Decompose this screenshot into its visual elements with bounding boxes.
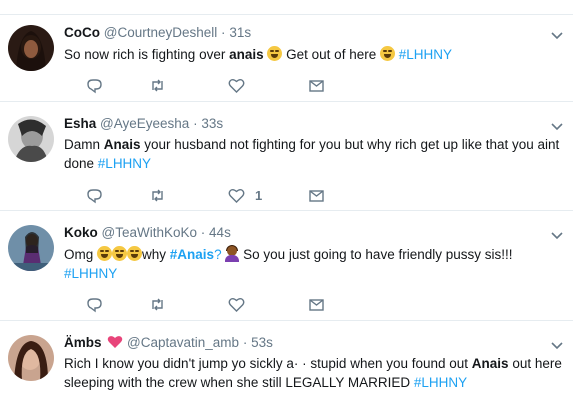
reply-icon [87,79,102,94]
tweet-text-part: So now rich is fighting over [64,47,230,62]
tweet[interactable]: Ämbs @Captavatin_amb · 53s Rich I know y… [0,321,573,401]
like-button[interactable]: 1 [228,187,262,204]
avatar[interactable] [8,335,54,381]
reply-button[interactable] [86,296,103,313]
dm-button[interactable] [308,187,325,204]
like-button[interactable] [228,77,245,94]
tweet[interactable]: CoCo @CourtneyDeshell · 31s So now rich … [0,15,573,101]
tweet-text: Rich I know you didn't jump yo sickly a·… [64,354,564,392]
display-name[interactable]: Koko [64,225,98,240]
user-handle[interactable]: @TeaWithKoKo [102,225,198,240]
tweet-text-part: So you just going to have friendly pussy… [239,247,513,262]
like-icon [228,298,245,312]
like-icon [228,189,245,203]
sparkling-heart-icon [108,336,123,348]
timestamp[interactable]: 33s [201,116,223,131]
tweet-actions [64,296,364,316]
reply-button[interactable] [86,77,103,94]
avatar[interactable] [8,225,54,271]
tweet-text: So now rich is fighting over anais Get o… [64,45,564,64]
user-handle[interactable]: @AyeEyeesha [100,116,189,131]
separator-dot: · [193,116,198,131]
timestamp[interactable]: 44s [209,225,231,240]
hashtag-link[interactable]: #Anais [170,247,214,262]
tweet-header: Koko @TeaWithKoKo · 44s [64,225,231,240]
person-facepalming-emoji-icon [225,245,240,262]
display-name[interactable]: Ämbs [64,335,102,350]
laughing-emoji-icon [267,46,283,61]
dm-button[interactable] [308,296,325,313]
retweet-button[interactable] [149,77,166,94]
tired-face-emoji-icon [97,246,113,261]
tired-face-emoji-icon [127,246,143,261]
avatar[interactable] [8,25,54,71]
like-count: 1 [255,188,263,203]
hashtag-link[interactable]: #LHHNY [414,375,467,390]
tweet[interactable]: Koko @TeaWithKoKo · 44s Omg why #Anais? … [0,211,573,320]
tweet-text-part: Get out of here [286,47,380,62]
tweet-text-part: Damn [64,137,104,152]
dm-icon [309,299,324,311]
user-handle[interactable]: @CourtneyDeshell [104,25,218,40]
tweet-header: CoCo @CourtneyDeshell · 31s [64,25,251,40]
tweet-text-bold: Anais [471,356,509,371]
display-name[interactable]: CoCo [64,25,100,40]
dm-icon [309,80,324,92]
caret-down-icon[interactable] [549,337,565,353]
separator-dot: · [200,225,206,240]
tweet-actions [64,77,364,97]
laughing-emoji-icon [379,46,395,61]
like-button[interactable] [228,296,245,313]
caret-down-icon[interactable] [549,118,565,134]
tweet-header: Esha @AyeEyeesha · 33s [64,116,223,131]
like-icon [228,79,245,93]
hashtag-link[interactable]: #LHHNY [399,47,452,62]
tired-face-emoji-icon [112,246,128,261]
timestamp[interactable]: 53s [251,335,273,350]
tweet-text-part: why [142,247,170,262]
tweet-text-bold: anais [229,47,264,62]
tweet-text: Damn Anais your husband not fighting for… [64,135,564,173]
tweet-text: Omg why #Anais? So you just going to hav… [64,245,564,283]
avatar[interactable] [8,116,54,162]
retweet-icon [152,298,163,311]
retweet-button[interactable] [149,187,166,204]
caret-down-icon[interactable] [549,227,565,243]
tweet-text-part: Rich I know you didn't jump yo sickly a·… [64,356,472,371]
tweet-text-part: Omg [64,247,98,262]
reply-icon [87,298,102,313]
retweet-icon [152,189,163,202]
tweet[interactable]: Esha @AyeEyeesha · 33s Damn Anais your h… [0,102,573,210]
display-name[interactable]: Esha [64,116,96,131]
hashtag-suffix: ? [214,247,222,262]
dm-button[interactable] [308,77,325,94]
tweet-header: Ämbs @Captavatin_amb · 53s [64,335,273,350]
separator-dot: · [221,25,226,40]
caret-down-icon[interactable] [549,27,565,43]
separator-dot: · [242,335,248,350]
hashtag-link[interactable]: #LHHNY [98,156,151,171]
hashtag-link[interactable]: #LHHNY [64,266,117,281]
retweet-button[interactable] [149,296,166,313]
reply-icon [87,189,102,204]
timestamp[interactable]: 31s [229,25,251,40]
user-handle[interactable]: @Captavatin_amb [127,335,239,350]
retweet-icon [152,79,163,92]
tweet-actions: 1 [64,187,364,207]
reply-button[interactable] [86,187,103,204]
dm-icon [309,190,324,202]
tweet-text-bold: Anais [103,137,141,152]
